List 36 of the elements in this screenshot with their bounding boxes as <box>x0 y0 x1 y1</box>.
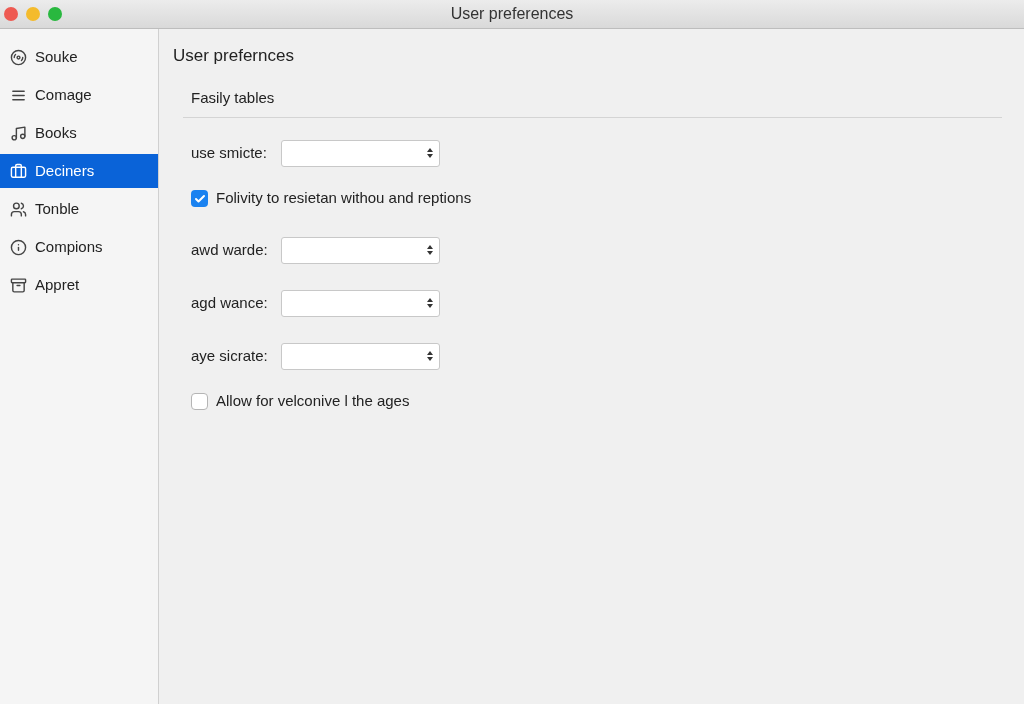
field-label: aye sicrate: <box>191 345 269 366</box>
sidebar-item[interactable]: Appret <box>0 268 158 302</box>
stepper-icon <box>427 350 433 362</box>
sidebar-item[interactable]: Books <box>0 116 158 150</box>
section-heading: Fasily tables <box>191 88 275 106</box>
checkbox[interactable] <box>191 190 208 207</box>
checkbox-label: Folivity to resietan withou and reptions <box>216 188 472 209</box>
people-icon <box>10 200 27 218</box>
checkbox-label: Allow for velconive l the ages <box>216 391 410 412</box>
archive-icon <box>10 276 27 294</box>
close-button[interactable] <box>4 7 18 21</box>
page-title: User prefernces <box>173 45 294 67</box>
select-field[interactable] <box>281 289 440 317</box>
stepper-icon <box>427 244 433 256</box>
briefcase-icon <box>10 162 27 180</box>
sidebar-item[interactable]: Comage <box>0 78 158 112</box>
disc-icon <box>10 48 27 66</box>
field-label: agd wance: <box>191 292 269 313</box>
stepper-icon <box>427 147 433 159</box>
checkbox[interactable] <box>191 393 208 410</box>
stepper-icon <box>427 297 433 309</box>
field-label: awd warde: <box>191 239 269 260</box>
minimize-button[interactable] <box>26 7 40 21</box>
sidebar-item[interactable]: Souke <box>0 40 158 74</box>
window-title: User preferences <box>450 4 574 24</box>
sidebar-item[interactable]: Tonble <box>0 192 158 226</box>
sidebar-item[interactable]: Deciners <box>0 154 158 188</box>
check-icon <box>193 192 206 205</box>
select-field[interactable] <box>281 342 440 370</box>
info-icon <box>10 238 27 256</box>
sidebar-item[interactable]: Compions <box>0 230 158 264</box>
field-label: use smicte: <box>191 142 268 163</box>
zoom-button[interactable] <box>48 7 62 21</box>
select-field[interactable] <box>281 236 440 264</box>
select-field[interactable] <box>281 139 440 167</box>
music-icon <box>10 124 27 142</box>
